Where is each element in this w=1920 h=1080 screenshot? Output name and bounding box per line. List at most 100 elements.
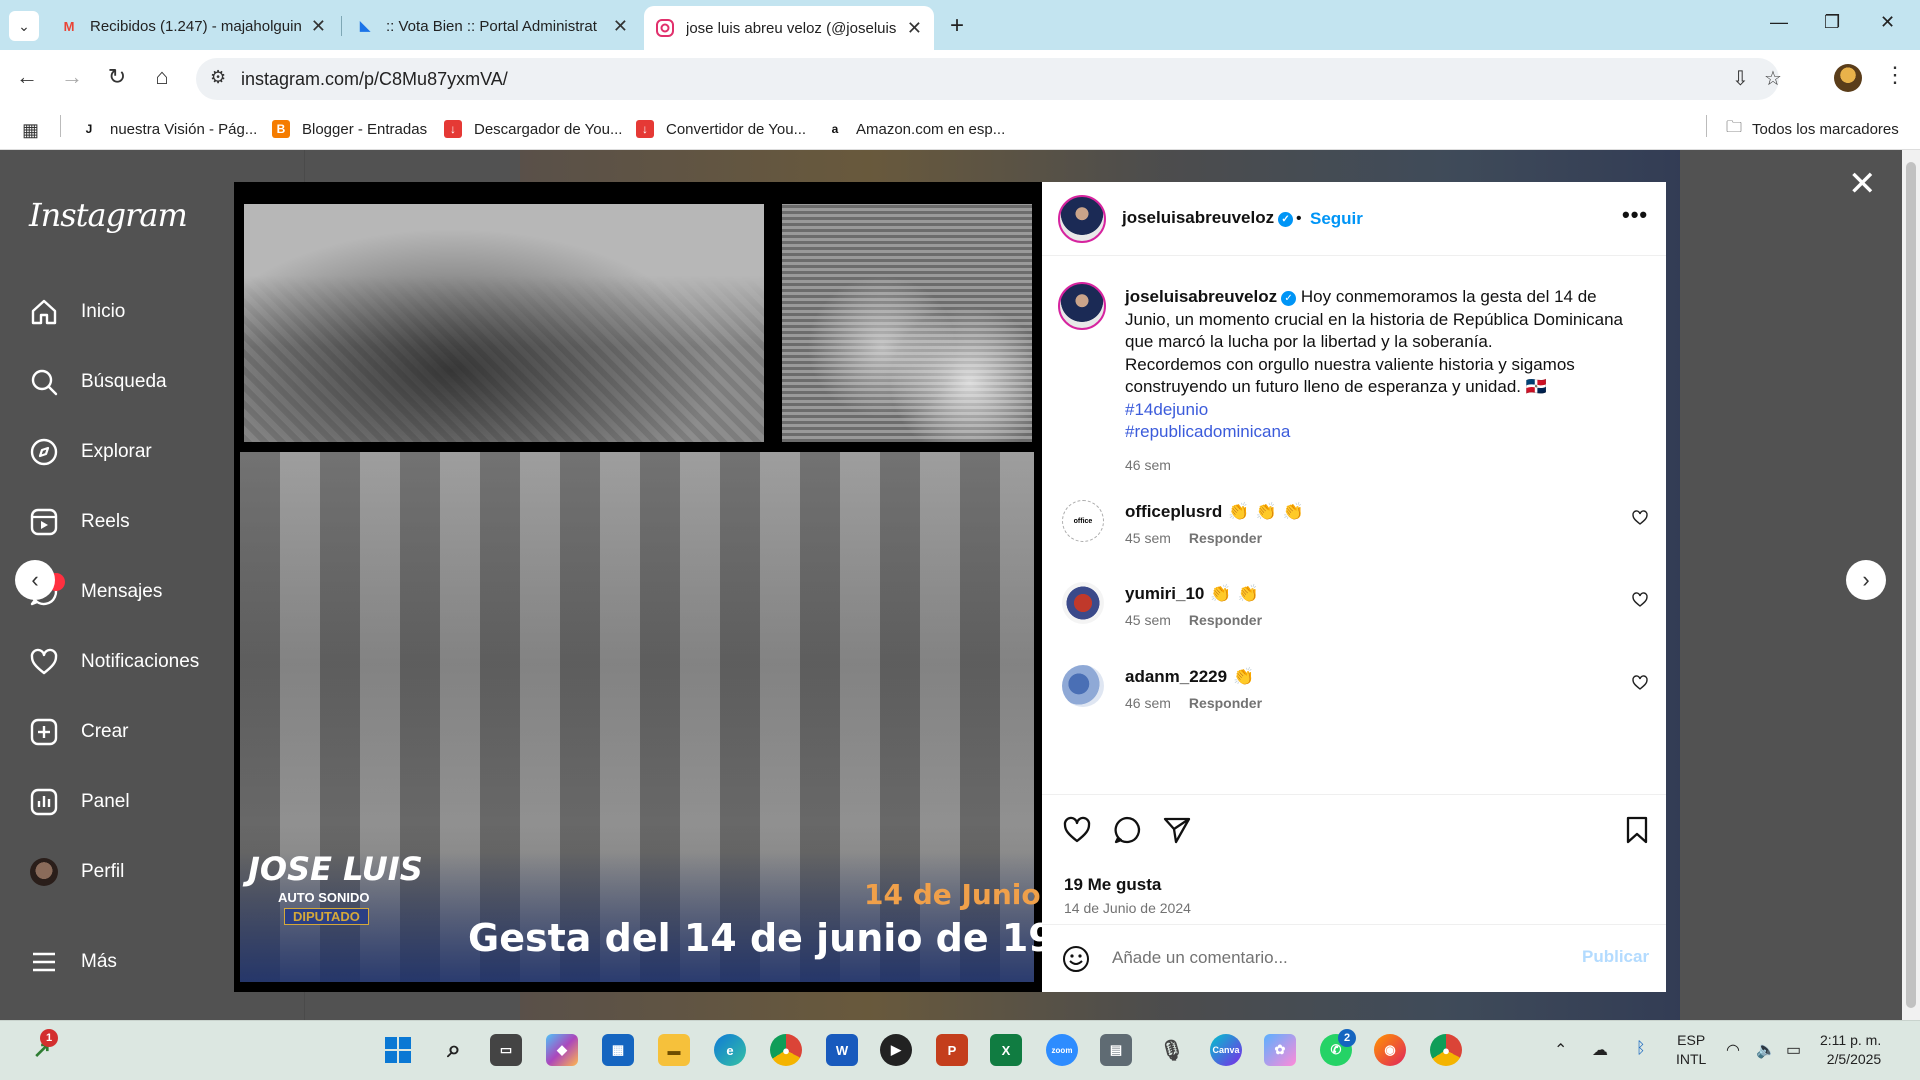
commenter-avatar[interactable] <box>1062 582 1104 624</box>
microphone-icon[interactable]: 🎙 <box>1156 1034 1188 1066</box>
tab-instagram-active[interactable]: jose luis abreu veloz (@joseluisa ✕ <box>644 6 934 50</box>
address-bar[interactable]: ⚙ instagram.com/p/C8Mu87yxmVA/ ⇩ ☆ <box>196 58 1782 100</box>
media-player-icon[interactable]: ▶ <box>880 1034 912 1066</box>
tray-expand-icon[interactable]: ⌃ <box>1554 1040 1567 1060</box>
copilot-icon[interactable]: ◆ <box>546 1034 578 1066</box>
bluetooth-icon[interactable]: ᛒ <box>1636 1040 1646 1058</box>
search-icon[interactable]: ⌕ <box>438 1034 470 1066</box>
home-icon[interactable]: ⌂ <box>147 64 177 90</box>
scrollbar-thumb[interactable] <box>1906 162 1916 1008</box>
commenter-username[interactable]: yumiri_10 👏👏 <box>1125 584 1265 604</box>
nav-profile[interactable]: Perfil <box>29 852 124 892</box>
hashtag-link[interactable]: #republicadominicana <box>1125 422 1290 441</box>
battery-icon[interactable]: ▭ <box>1786 1040 1801 1060</box>
wifi-icon[interactable]: ◠ <box>1726 1040 1740 1060</box>
close-icon[interactable]: ✕ <box>311 16 326 37</box>
word-icon[interactable]: W <box>826 1034 858 1066</box>
author-avatar[interactable] <box>1058 195 1106 243</box>
install-app-icon[interactable]: ⇩ <box>1732 66 1749 91</box>
nav-home[interactable]: Inicio <box>29 292 125 332</box>
forward-icon[interactable]: → <box>57 64 87 90</box>
nav-label: Crear <box>81 721 129 742</box>
system-clock[interactable]: 2:11 p. m. 2/5/2025 <box>1820 1031 1881 1069</box>
follow-button[interactable]: Seguir <box>1310 209 1363 229</box>
close-window-icon[interactable]: ✕ <box>1880 12 1895 33</box>
all-bookmarks-button[interactable]: 🗀 Todos los marcadores <box>1726 115 1899 143</box>
commenter-username[interactable]: adanm_2229 👏 <box>1125 667 1260 687</box>
chrome-profile-icon[interactable]: ● <box>1430 1034 1462 1066</box>
instagram-logo[interactable]: Instagram <box>29 196 188 234</box>
commenter-username[interactable]: officeplusrd 👏👏👏 <box>1125 502 1310 522</box>
prev-post-button[interactable]: ‹ <box>15 560 55 600</box>
file-explorer-icon[interactable]: ▬ <box>658 1034 690 1066</box>
tab-search-button[interactable]: ⌄ <box>9 11 39 41</box>
emoji-icon[interactable] <box>1062 945 1090 973</box>
calculator-icon[interactable]: ▤ <box>1100 1034 1132 1066</box>
close-icon[interactable]: ✕ <box>907 18 922 39</box>
hashtag-link[interactable]: #14dejunio <box>1125 400 1208 419</box>
powerpoint-icon[interactable]: P <box>936 1034 968 1066</box>
store-icon[interactable]: ▦ <box>602 1034 634 1066</box>
bookmark-star-icon[interactable]: ☆ <box>1764 66 1782 91</box>
commenter-avatar[interactable] <box>1062 665 1104 707</box>
nav-explore[interactable]: Explorar <box>29 432 152 472</box>
chrome-icon[interactable]: ● <box>770 1034 802 1066</box>
caption-avatar[interactable] <box>1058 282 1106 330</box>
nav-more[interactable]: Más <box>29 942 117 982</box>
like-comment-icon[interactable] <box>1632 592 1648 608</box>
bookmark-item[interactable]: ↓ Convertidor de You... <box>636 115 806 143</box>
restore-icon[interactable]: ❐ <box>1824 12 1840 33</box>
onedrive-icon[interactable]: ☁ <box>1592 1040 1608 1060</box>
task-view-icon[interactable]: ▭ <box>490 1034 522 1066</box>
volume-icon[interactable]: 🔈 <box>1756 1040 1776 1060</box>
profile-avatar[interactable] <box>1834 64 1862 92</box>
new-tab-button[interactable]: + <box>950 12 964 40</box>
nav-notifications[interactable]: Notificaciones <box>29 642 199 682</box>
author-username[interactable]: joseluisabreuveloz ✓ <box>1122 208 1294 228</box>
input-language[interactable]: ESP INTL <box>1676 1031 1706 1069</box>
nav-dashboard[interactable]: Panel <box>29 782 130 822</box>
back-icon[interactable]: ← <box>12 64 42 90</box>
nav-search[interactable]: Búsqueda <box>29 362 167 402</box>
nav-reels[interactable]: Reels <box>29 502 130 542</box>
comment-input[interactable] <box>1112 943 1552 973</box>
like-comment-icon[interactable] <box>1632 675 1648 691</box>
reload-icon[interactable]: ↻ <box>102 64 132 90</box>
comment-icon[interactable] <box>1112 815 1142 845</box>
caption-username[interactable]: joseluisabreuveloz <box>1125 287 1277 306</box>
reply-button[interactable]: Responder <box>1189 530 1262 546</box>
commenter-avatar[interactable]: office <box>1062 500 1104 542</box>
tab-portal[interactable]: ◣ :: Vota Bien :: Portal Administrat ✕ <box>344 6 640 46</box>
paint-icon[interactable]: ✿ <box>1264 1034 1296 1066</box>
like-icon[interactable] <box>1062 815 1092 845</box>
tab-gmail[interactable]: M Recibidos (1.247) - majaholguin ✕ <box>48 6 338 46</box>
excel-icon[interactable]: X <box>990 1034 1022 1066</box>
share-icon[interactable] <box>1162 815 1192 845</box>
more-options-icon[interactable]: ••• <box>1622 202 1648 228</box>
like-comment-icon[interactable] <box>1632 510 1648 526</box>
reply-button[interactable]: Responder <box>1189 612 1262 628</box>
bookmark-item[interactable]: B Blogger - Entradas <box>272 115 427 143</box>
url-text[interactable]: instagram.com/p/C8Mu87yxmVA/ <box>241 69 508 90</box>
zoom-icon[interactable]: zoom <box>1046 1034 1078 1066</box>
browser-menu-icon[interactable]: ⋮ <box>1884 62 1906 88</box>
apps-grid-icon[interactable]: ▦ <box>22 120 39 141</box>
canva-icon[interactable]: Canva <box>1210 1034 1242 1066</box>
close-icon[interactable]: ✕ <box>613 16 628 37</box>
publish-button[interactable]: Publicar <box>1582 947 1649 967</box>
post-image[interactable]: JOSE LUIS AUTO SONIDO DIPUTADO 14 de Jun… <box>234 182 1042 992</box>
bookmark-item[interactable]: a Amazon.com en esp... <box>826 115 1005 143</box>
next-post-button[interactable]: › <box>1846 560 1886 600</box>
close-modal-icon[interactable]: ✕ <box>1848 164 1877 204</box>
minimize-icon[interactable]: — <box>1770 12 1788 33</box>
likes-count[interactable]: 19 Me gusta <box>1064 875 1161 895</box>
edge-icon[interactable]: e <box>714 1034 746 1066</box>
site-info-icon[interactable]: ⚙ <box>210 67 226 88</box>
firefox-icon[interactable]: ◉ <box>1374 1034 1406 1066</box>
nav-create[interactable]: Crear <box>29 712 129 752</box>
reply-button[interactable]: Responder <box>1189 695 1262 711</box>
bookmark-item[interactable]: ↓ Descargador de You... <box>444 115 622 143</box>
windows-start-icon[interactable] <box>382 1034 414 1066</box>
save-icon[interactable] <box>1622 815 1652 845</box>
bookmark-item[interactable]: J nuestra Visión - Pág... <box>80 115 257 143</box>
